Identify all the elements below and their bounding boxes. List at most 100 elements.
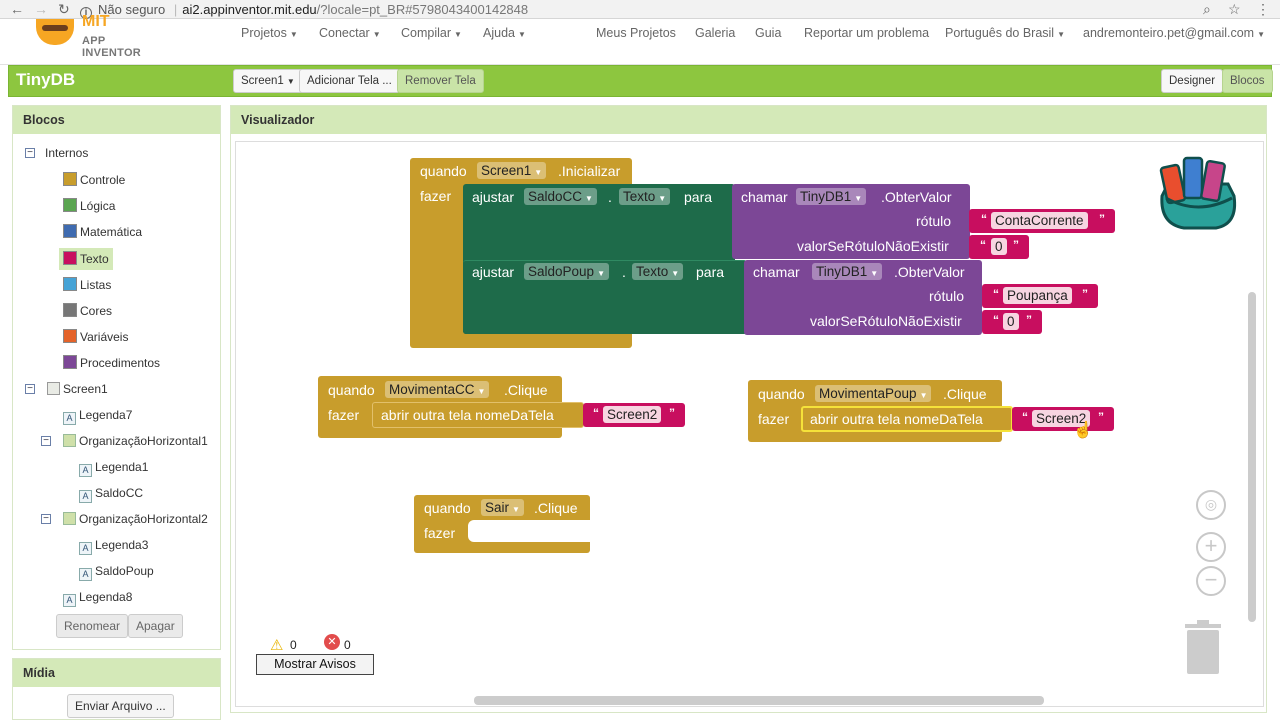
menu-compilar[interactable]: Compilar ▼ bbox=[401, 19, 462, 47]
open-quote-icon: “ bbox=[981, 212, 987, 226]
set-label: ajustar bbox=[472, 264, 515, 280]
top-menu-bar: MIT APP INVENTOR Projetos ▼ Conectar ▼ Com… bbox=[0, 13, 1280, 65]
tree-legenda8[interactable]: A Legenda8 bbox=[63, 588, 132, 607]
set-label: ajustar bbox=[472, 189, 515, 205]
upload-file-button[interactable]: Enviar Arquivo ... bbox=[67, 694, 174, 718]
tree-internos[interactable]: Internos bbox=[45, 144, 88, 162]
call-label: chamar bbox=[753, 264, 800, 280]
recenter-icon[interactable]: ◎ bbox=[1196, 490, 1226, 520]
open-quote-icon: “ bbox=[980, 238, 986, 252]
getvalue-label: .ObterValor bbox=[881, 189, 952, 205]
screen-select[interactable]: Screen1 ▼ bbox=[233, 69, 303, 93]
zoom-in-icon[interactable]: + bbox=[1196, 532, 1226, 562]
horizontal-arrangement-icon bbox=[63, 434, 76, 447]
sair-dropdown[interactable]: Sair ▼ bbox=[481, 499, 524, 516]
tag-contacorrente-text[interactable]: ContaCorrente bbox=[991, 212, 1088, 229]
tag-label: rótulo bbox=[929, 288, 965, 304]
backpack-icon[interactable] bbox=[1154, 154, 1242, 234]
menu-conectar[interactable]: Conectar ▼ bbox=[319, 19, 381, 47]
category-texto[interactable]: Texto bbox=[59, 248, 113, 270]
label-component-icon: A bbox=[79, 568, 92, 581]
zoom-icon[interactable]: ⌕ bbox=[1203, 0, 1211, 19]
browser-menu-icon[interactable]: ⋮ bbox=[1256, 0, 1270, 19]
saldopoup-dropdown[interactable]: SaldoPoup ▼ bbox=[524, 263, 609, 280]
app-inventor-logo[interactable]: MIT APP INVENTOR bbox=[36, 13, 156, 59]
collapse-icon[interactable]: − bbox=[25, 384, 35, 394]
saldocc-dropdown[interactable]: SaldoCC ▼ bbox=[524, 188, 597, 205]
zero-text[interactable]: 0 bbox=[991, 238, 1007, 255]
category-cores[interactable]: Cores bbox=[63, 302, 112, 320]
tree-organizacao-horizontal1[interactable]: OrganizaçãoHorizontal1 bbox=[63, 432, 208, 450]
url-host: ai2.appinventor.mit.edu bbox=[182, 2, 317, 17]
designer-button[interactable]: Designer bbox=[1161, 69, 1224, 93]
collapse-icon[interactable]: − bbox=[41, 514, 51, 524]
do-label: fazer bbox=[424, 525, 456, 541]
show-warnings-button[interactable]: Mostrar Avisos bbox=[256, 654, 374, 675]
category-matematica[interactable]: Matemática bbox=[63, 223, 142, 241]
category-logica[interactable]: Lógica bbox=[63, 197, 115, 215]
category-variaveis[interactable]: Variáveis bbox=[63, 328, 128, 346]
movimentacc-dropdown[interactable]: MovimentaCC ▼ bbox=[385, 381, 490, 398]
blocks-workspace[interactable]: quando Screen1 ▼ .Inicializar fazer ajust… bbox=[235, 141, 1264, 707]
tag-poupanca-text[interactable]: Poupança bbox=[1003, 287, 1072, 304]
text-property-dropdown[interactable]: Texto ▼ bbox=[619, 188, 671, 205]
media-panel-title: Mídia bbox=[13, 659, 220, 687]
tree-screen1[interactable]: Screen1 bbox=[47, 380, 108, 398]
category-listas[interactable]: Listas bbox=[63, 276, 111, 294]
back-arrow-icon[interactable]: ← bbox=[10, 0, 24, 19]
horizontal-scrollbar[interactable] bbox=[474, 696, 1044, 705]
when-label: quando bbox=[758, 386, 805, 402]
tree-legenda3[interactable]: A Legenda3 bbox=[79, 536, 148, 555]
remove-screen-button[interactable]: Remover Tela bbox=[397, 69, 484, 93]
tree-legenda7[interactable]: A Legenda7 bbox=[63, 406, 132, 425]
value-if-missing-label: valorSeRótuloNãoExistir bbox=[797, 238, 949, 254]
zoom-out-icon[interactable]: − bbox=[1196, 566, 1226, 596]
tree-saldocc[interactable]: A SaldoCC bbox=[79, 484, 143, 503]
menu-galeria[interactable]: Galeria bbox=[695, 19, 735, 47]
tree-legenda1[interactable]: A Legenda1 bbox=[79, 458, 148, 477]
movimentapoup-dropdown[interactable]: MovimentaPoup ▼ bbox=[815, 385, 932, 402]
procedimentos-swatch-icon bbox=[63, 355, 77, 369]
when-label: quando bbox=[420, 163, 467, 179]
menu-reportar-problema[interactable]: Reportar um problema bbox=[804, 19, 929, 47]
menu-projetos[interactable]: Projetos ▼ bbox=[241, 19, 298, 47]
category-procedimentos[interactable]: Procedimentos bbox=[63, 354, 160, 372]
close-quote-icon: ” bbox=[1013, 238, 1019, 252]
zero-text[interactable]: 0 bbox=[1003, 313, 1019, 330]
tinydb1-dropdown[interactable]: TinyDB1 ▼ bbox=[812, 263, 883, 280]
collapse-icon[interactable]: − bbox=[41, 436, 51, 446]
errors-count: 0 bbox=[344, 638, 351, 652]
hand-cursor-icon: ☝ bbox=[1073, 422, 1093, 439]
reload-icon[interactable]: ↻ bbox=[58, 0, 70, 19]
menu-guia[interactable]: Guia bbox=[755, 19, 781, 47]
collapse-icon[interactable]: − bbox=[25, 148, 35, 158]
add-screen-button[interactable]: Adicionar Tela ... bbox=[299, 69, 400, 93]
horizontal-arrangement-icon bbox=[63, 512, 76, 525]
screen1-dropdown[interactable]: Screen1 ▼ bbox=[477, 162, 547, 179]
matematica-swatch-icon bbox=[63, 224, 77, 238]
label-component-icon: A bbox=[79, 490, 92, 503]
category-controle[interactable]: Controle bbox=[63, 171, 125, 189]
text-property-dropdown[interactable]: Texto ▼ bbox=[632, 263, 684, 280]
menu-ajuda[interactable]: Ajuda ▼ bbox=[483, 19, 526, 47]
address-bar[interactable]: i Não seguro | ai2.appinventor.mit.edu/?lo… bbox=[80, 0, 1250, 19]
trash-can-icon[interactable] bbox=[1181, 620, 1225, 676]
delete-button[interactable]: Apagar bbox=[128, 614, 183, 638]
rename-button[interactable]: Renomear bbox=[56, 614, 129, 638]
menu-meus-projetos[interactable]: Meus Projetos bbox=[596, 19, 676, 47]
menu-language[interactable]: Português do Brasil ▼ bbox=[945, 19, 1065, 47]
logo-mit: MIT bbox=[82, 13, 110, 30]
vertical-scrollbar[interactable] bbox=[1248, 292, 1256, 622]
screen2-text[interactable]: Screen2 bbox=[603, 406, 662, 423]
close-quote-icon: ” bbox=[1082, 287, 1088, 301]
tinydb1-dropdown[interactable]: TinyDB1 ▼ bbox=[796, 188, 867, 205]
tree-organizacao-horizontal2[interactable]: OrganizaçãoHorizontal2 bbox=[63, 510, 208, 528]
tree-saldopoup[interactable]: A SaldoPoup bbox=[79, 562, 154, 581]
open-quote-icon: “ bbox=[993, 287, 999, 301]
bookmark-star-icon[interactable]: ☆ bbox=[1228, 0, 1241, 19]
blocks-button[interactable]: Blocos bbox=[1222, 69, 1273, 93]
menu-account[interactable]: andremonteiro.pet@gmail.com ▼ bbox=[1083, 19, 1265, 47]
click-label: .Clique bbox=[534, 500, 578, 516]
forward-arrow-icon[interactable]: → bbox=[34, 0, 48, 19]
close-quote-icon: ” bbox=[1099, 212, 1105, 226]
